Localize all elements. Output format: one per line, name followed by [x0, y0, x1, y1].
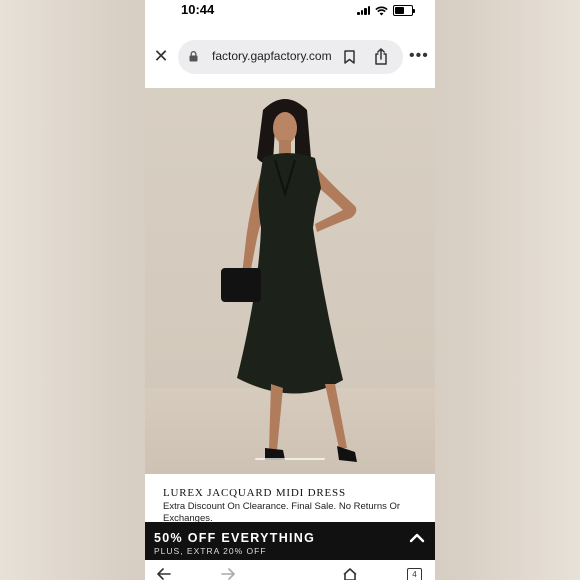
chevron-up-icon[interactable]	[409, 533, 425, 543]
home-icon[interactable]	[343, 568, 357, 580]
status-time: 10:44	[181, 2, 215, 17]
tabs-icon[interactable]: 4	[407, 568, 422, 580]
bookmark-icon[interactable]	[344, 50, 355, 64]
forward-arrow-icon[interactable]	[221, 568, 235, 580]
model-figure	[221, 99, 357, 462]
cellular-signal-icon	[357, 6, 370, 15]
back-arrow-icon[interactable]	[157, 568, 171, 580]
url-field[interactable]: factory.gapfactory.com	[178, 40, 403, 74]
promo-subtitle: PLUS, EXTRA 20% OFF	[154, 546, 267, 556]
browser-address-bar: ✕ factory.gapfactory.com •••	[145, 38, 435, 76]
battery-icon	[393, 5, 415, 16]
more-icon[interactable]: •••	[409, 46, 429, 66]
product-title: LUREX JACQUARD MIDI DRESS	[163, 487, 346, 499]
wifi-icon	[375, 6, 388, 15]
url-text: factory.gapfactory.com	[212, 49, 332, 63]
carousel-indicator	[255, 458, 325, 460]
browser-toolbar: 4	[145, 560, 435, 580]
phone-screen: 10:44 ✕ factory.gapfactory.com ••• LUREX…	[145, 0, 435, 580]
status-icons	[357, 5, 415, 16]
lock-icon	[189, 51, 198, 62]
promo-banner[interactable]: 50% OFF EVERYTHING PLUS, EXTRA 20% OFF	[145, 522, 435, 560]
status-bar: 10:44	[145, 0, 435, 24]
share-icon[interactable]	[374, 48, 388, 65]
close-icon[interactable]: ✕	[151, 46, 171, 66]
product-image[interactable]	[145, 88, 435, 474]
promo-title: 50% OFF EVERYTHING	[154, 531, 316, 545]
